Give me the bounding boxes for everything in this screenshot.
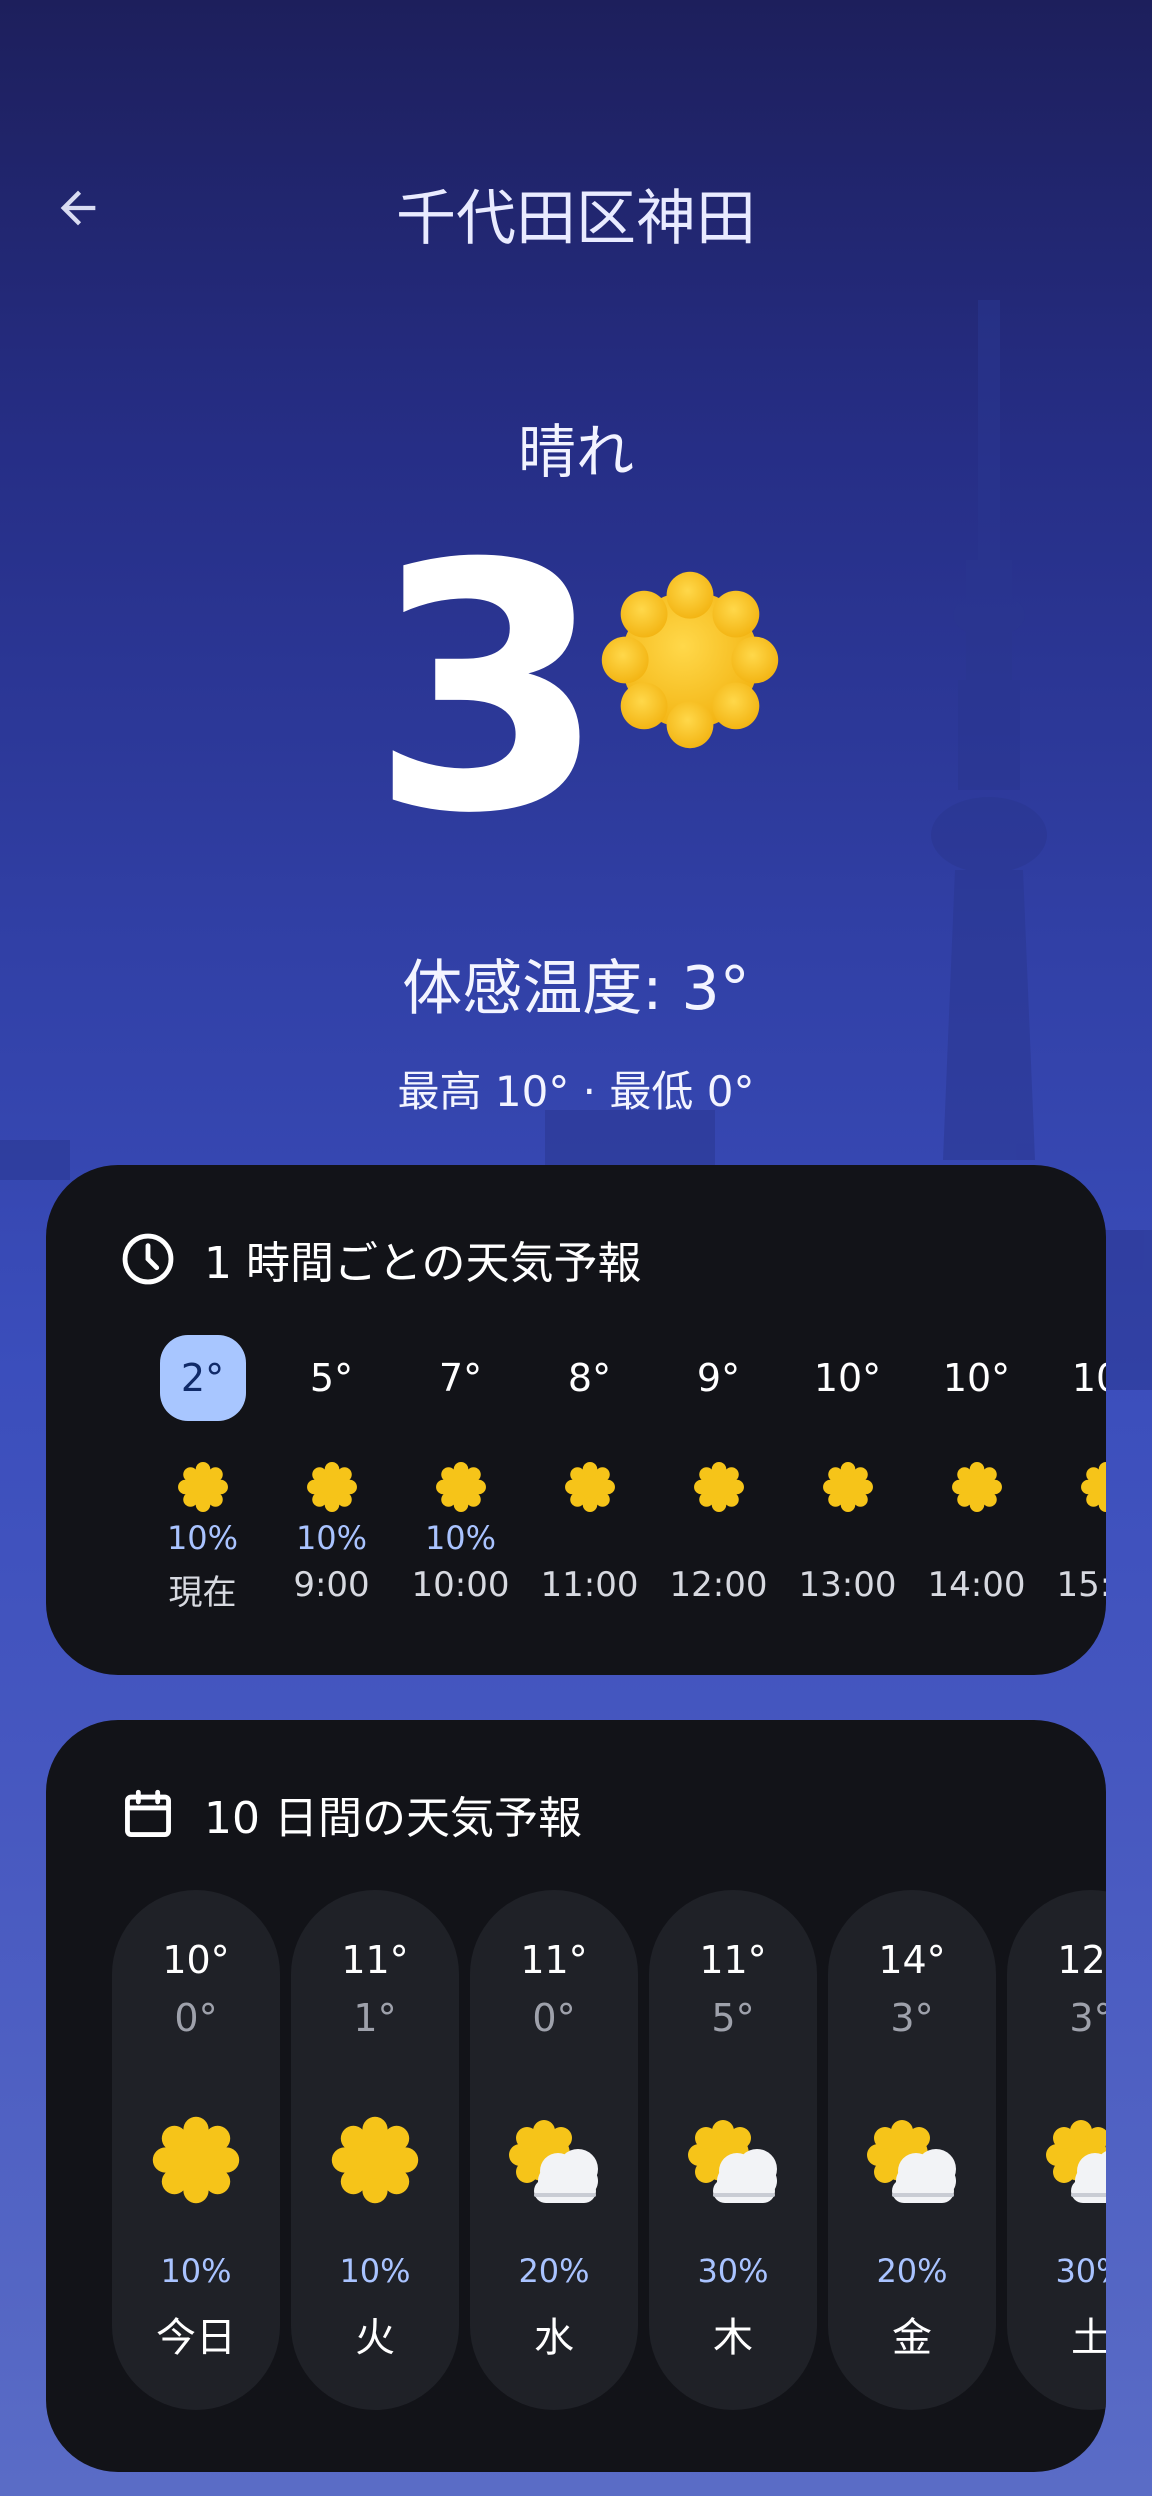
hourly-item: 8° 11:00 bbox=[525, 1335, 654, 1605]
daily-title: 10 日間の天気予報 bbox=[204, 1793, 582, 1844]
sun-icon bbox=[601, 571, 779, 749]
hourly-time: 9:00 bbox=[293, 1565, 370, 1605]
hourly-temp: 7° bbox=[438, 1356, 483, 1400]
precip-chance bbox=[912, 1519, 1041, 1561]
daily-item[interactable]: 11° 1° 10% 火 bbox=[291, 1890, 459, 2410]
hourly-temp: 10° bbox=[1071, 1356, 1106, 1400]
day-label: 金 bbox=[892, 2315, 932, 2361]
daily-high: 12° bbox=[1057, 1938, 1106, 1982]
current-condition: 晴れ bbox=[517, 418, 634, 486]
daily-high: 11° bbox=[699, 1938, 767, 1982]
hourly-temp: 9° bbox=[696, 1356, 741, 1400]
hourly-temp: 10° bbox=[813, 1356, 882, 1400]
hourly-time: 11:00 bbox=[540, 1565, 639, 1605]
hourly-time: 12:00 bbox=[669, 1565, 768, 1605]
daily-high: 11° bbox=[341, 1938, 409, 1982]
sun-icon bbox=[267, 1461, 396, 1513]
sun-icon bbox=[525, 1461, 654, 1513]
hourly-time: 現在 bbox=[168, 1573, 237, 1613]
precip-chance: 10% bbox=[166, 1519, 239, 1557]
hourly-item: 10° 15:00 bbox=[1041, 1335, 1106, 1605]
current-temperature: 3 bbox=[370, 492, 607, 888]
partly-cloudy-icon bbox=[828, 2115, 996, 2225]
precip-chance: 20% bbox=[518, 2252, 590, 2290]
daily-header: 10 日間の天気予報 bbox=[118, 1782, 582, 1846]
sun-icon bbox=[1041, 1461, 1106, 1513]
precip-chance bbox=[654, 1519, 783, 1561]
daily-item[interactable]: 14° 3° 20% 金 bbox=[828, 1890, 996, 2410]
daily-high: 10° bbox=[162, 1938, 230, 1982]
hourly-title: 1 時間ごとの天気予報 bbox=[204, 1238, 642, 1289]
precip-chance: 10% bbox=[160, 2252, 232, 2290]
hourly-item: 9° 12:00 bbox=[654, 1335, 783, 1605]
partly-cloudy-icon bbox=[649, 2115, 817, 2225]
precip-chance: 30% bbox=[1055, 2252, 1106, 2290]
location-title: 千代田区神田 bbox=[396, 184, 756, 254]
precip-chance: 10% bbox=[339, 2252, 411, 2290]
calendar-icon bbox=[118, 1784, 178, 1844]
sun-icon bbox=[783, 1461, 912, 1513]
hourly-time: 10:00 bbox=[411, 1565, 510, 1605]
daily-item[interactable]: 11° 5° 30% 木 bbox=[649, 1890, 817, 2410]
hourly-item: 2° 10% 現在 bbox=[138, 1335, 267, 1614]
hourly-temp: 10° bbox=[942, 1356, 1011, 1400]
precip-chance: 20% bbox=[876, 2252, 948, 2290]
precip-chance: 10% bbox=[424, 1519, 497, 1557]
sun-icon bbox=[291, 2115, 459, 2225]
sun-icon bbox=[396, 1461, 525, 1513]
hourly-header: 1 時間ごとの天気予報 bbox=[118, 1227, 642, 1291]
top-bar: 千代田区神田 bbox=[0, 150, 1152, 260]
daily-low: 0° bbox=[532, 1996, 576, 2040]
sun-icon bbox=[138, 1461, 267, 1513]
hourly-time: 14:00 bbox=[927, 1565, 1026, 1605]
daily-low: 3° bbox=[1069, 1996, 1106, 2040]
precip-chance bbox=[1041, 1519, 1106, 1561]
current-temperature-block: 3 bbox=[360, 510, 820, 870]
partly-cloudy-icon bbox=[470, 2115, 638, 2225]
precip-chance: 10% bbox=[295, 1519, 368, 1557]
daily-item[interactable]: 10° 0° 10% 今日 bbox=[112, 1890, 280, 2410]
daily-forecast-card[interactable]: 10 日間の天気予報 10° 0° 10% 今日 11° 1° 10% 火 11° 0° 20% 水 1… bbox=[46, 1720, 1106, 2472]
high-low: 最高 10° · 最低 0° bbox=[397, 1067, 755, 1116]
hourly-time: 13:00 bbox=[798, 1565, 897, 1605]
feels-like: 体感温度: 3° bbox=[402, 954, 750, 1024]
precip-chance bbox=[783, 1519, 912, 1561]
precip-chance: 30% bbox=[697, 2252, 769, 2290]
sun-icon bbox=[654, 1461, 783, 1513]
daily-item[interactable]: 12° 3° 30% 土 bbox=[1007, 1890, 1106, 2410]
day-label: 今日 bbox=[156, 2315, 236, 2361]
hourly-time: 15:00 bbox=[1056, 1565, 1107, 1605]
hourly-item: 10° 14:00 bbox=[912, 1335, 1041, 1605]
clock-icon bbox=[118, 1229, 178, 1289]
current-hour-badge: 2° bbox=[159, 1335, 246, 1421]
daily-low: 5° bbox=[711, 1996, 755, 2040]
precip-chance bbox=[525, 1519, 654, 1561]
day-label: 土 bbox=[1071, 2315, 1106, 2361]
hourly-temp: 8° bbox=[567, 1356, 612, 1400]
sun-icon bbox=[912, 1461, 1041, 1513]
daily-low: 3° bbox=[890, 1996, 934, 2040]
hourly-item: 10° 13:00 bbox=[783, 1335, 912, 1605]
hourly-temp: 2° bbox=[180, 1356, 225, 1400]
partly-cloudy-icon bbox=[1007, 2115, 1106, 2225]
daily-low: 0° bbox=[174, 1996, 218, 2040]
day-label: 水 bbox=[534, 2315, 574, 2361]
day-label: 木 bbox=[713, 2315, 753, 2361]
hourly-forecast-card[interactable]: 1 時間ごとの天気予報 2° 10% 現在 5° 10% 9:00 7° 10% 10:00 8°… bbox=[46, 1165, 1106, 1675]
hourly-temp: 5° bbox=[309, 1356, 354, 1400]
daily-item[interactable]: 11° 0° 20% 水 bbox=[470, 1890, 638, 2410]
daily-low: 1° bbox=[353, 1996, 397, 2040]
hourly-item: 5° 10% 9:00 bbox=[267, 1335, 396, 1605]
day-label: 火 bbox=[355, 2315, 395, 2361]
daily-high: 11° bbox=[520, 1938, 588, 1982]
hourly-item: 7° 10% 10:00 bbox=[396, 1335, 525, 1605]
sun-icon bbox=[112, 2115, 280, 2225]
daily-high: 14° bbox=[878, 1938, 946, 1982]
